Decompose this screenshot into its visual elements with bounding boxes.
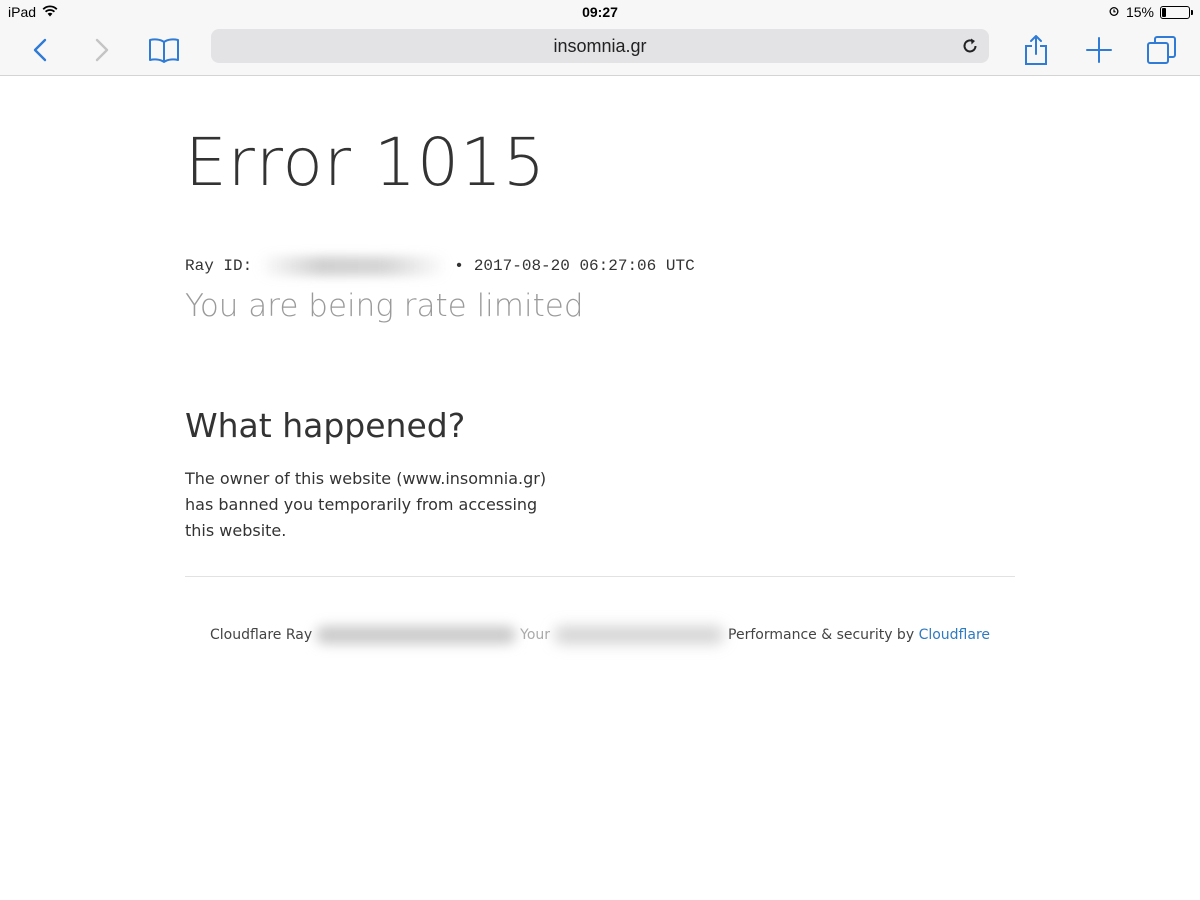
chevron-left-icon	[33, 38, 47, 62]
status-bar: iPad 09:27 15%	[0, 0, 1200, 24]
share-icon	[1025, 35, 1047, 65]
what-happened-text: The owner of this website (www.insomnia.…	[185, 469, 547, 540]
timestamp: 2017-08-20 06:27:06 UTC	[473, 257, 695, 275]
url-text: insomnia.gr	[553, 36, 647, 56]
ray-separator: •	[454, 257, 464, 275]
ray-id-line: Ray ID: • 2017-08-20 06:27:06 UTC	[185, 256, 695, 276]
status-right: 15%	[1108, 4, 1193, 20]
battery-percent: 15%	[1125, 4, 1154, 20]
cloudflare-link[interactable]: Cloudflare	[919, 627, 990, 643]
book-icon	[149, 38, 179, 63]
reload-button[interactable]	[959, 35, 981, 57]
new-tab-button[interactable]	[1081, 32, 1117, 68]
bookmarks-button[interactable]	[146, 32, 182, 68]
battery-icon	[1160, 5, 1193, 19]
error-subtitle: You are being rate limited	[185, 288, 584, 324]
alarm-icon	[1108, 4, 1120, 20]
footer-perf-text: Performance & security by	[728, 627, 915, 643]
plus-icon	[1086, 37, 1112, 63]
footer: Cloudflare Ray Your Performance & security…	[185, 626, 1015, 644]
footer-your-label: Your	[520, 627, 551, 643]
redacted-footer-ray-id	[316, 626, 517, 644]
clock: 09:27	[582, 4, 618, 20]
battery-fill	[1162, 7, 1166, 17]
share-button[interactable]	[1018, 32, 1054, 68]
chevron-right-icon	[95, 38, 109, 62]
reload-icon	[963, 38, 977, 53]
redacted-ray-id	[258, 256, 449, 276]
error-title: Error 1015	[185, 124, 546, 201]
back-button[interactable]	[22, 32, 58, 68]
address-bar[interactable]: insomnia.gr	[211, 29, 989, 63]
redacted-footer-ip	[554, 626, 725, 644]
tabs-button[interactable]	[1144, 32, 1180, 68]
tabs-icon	[1147, 36, 1176, 64]
browser-toolbar: insomnia.gr	[0, 24, 1200, 76]
what-happened-heading: What happened?	[185, 406, 466, 445]
forward-button[interactable]	[84, 32, 120, 68]
divider	[185, 576, 1015, 577]
footer-ray-label: Cloudflare Ray	[209, 627, 313, 643]
ray-id-label: Ray ID:	[185, 257, 253, 275]
